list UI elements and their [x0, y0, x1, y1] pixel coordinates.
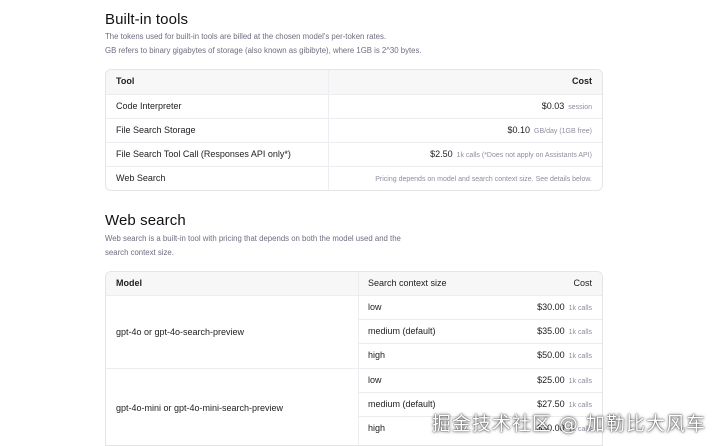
tool-cost: $0.10 GB/day (1GB free): [507, 125, 593, 135]
cost: $30.00 1k calls: [537, 302, 592, 312]
column-header-model: Model: [116, 278, 142, 288]
context-size: medium (default): [368, 399, 436, 409]
column-header-cost: Cost: [573, 278, 592, 288]
cost: $50.00 1k calls: [537, 350, 592, 360]
table-row: Code Interpreter $0.03 session: [106, 94, 602, 118]
table-row: medium (default) $35.00 1k calls: [359, 320, 602, 344]
cost: $25.00 1k calls: [537, 375, 592, 385]
table-header: Model Search context size Cost: [106, 272, 602, 296]
column-header-size: Search context size: [368, 278, 447, 288]
tool-name: File Search Storage: [106, 119, 329, 142]
tool-cost: $0.03 session: [541, 101, 592, 111]
builtin-tools-heading: Built-in tools: [105, 11, 189, 28]
tool-cost: $2.50 1k calls (*Does not apply on Assist…: [430, 149, 592, 159]
web-search-heading: Web search: [105, 212, 186, 229]
table-row: File Search Tool Call (Responses API onl…: [106, 142, 602, 166]
tool-name: File Search Tool Call (Responses API onl…: [106, 143, 329, 166]
context-size: high: [368, 350, 386, 360]
context-size: low: [368, 375, 382, 385]
tool-cost-note: Pricing depends on model and search cont…: [375, 176, 592, 183]
builtin-tools-description: The tokens used for built-in tools are b…: [105, 32, 422, 55]
web-search-description: Web search is a built-in tool with prici…: [105, 234, 401, 257]
model-name: gpt-4o-mini or gpt-4o-mini-search-previe…: [116, 403, 284, 413]
watermark: 掘金技术社区 @ 加勒比大风车: [431, 413, 706, 435]
column-header-cost: Cost: [572, 76, 592, 86]
model-name: gpt-4o or gpt-4o-search-preview: [116, 327, 245, 337]
model-group: gpt-4o or gpt-4o-search-preview low $30.…: [106, 296, 602, 369]
builtin-tools-table: Tool Cost Code Interpreter $0.03 session …: [105, 69, 603, 191]
context-size: medium (default): [368, 326, 436, 336]
table-header: Tool Cost: [106, 70, 602, 94]
table-row: Web Search Pricing depends on model and …: [106, 166, 602, 190]
column-header-tool: Tool: [106, 70, 329, 93]
tool-name: Web Search: [106, 167, 329, 190]
cost: $35.00 1k calls: [537, 326, 592, 336]
table-row: File Search Storage $0.10 GB/day (1GB fre…: [106, 118, 602, 142]
table-row: low $25.00 1k calls: [359, 369, 602, 393]
context-size: high: [368, 423, 386, 433]
table-row: high $50.00 1k calls: [359, 344, 602, 368]
context-size: low: [368, 302, 382, 312]
table-row: low $30.00 1k calls: [359, 296, 602, 320]
tool-name: Code Interpreter: [106, 95, 329, 118]
